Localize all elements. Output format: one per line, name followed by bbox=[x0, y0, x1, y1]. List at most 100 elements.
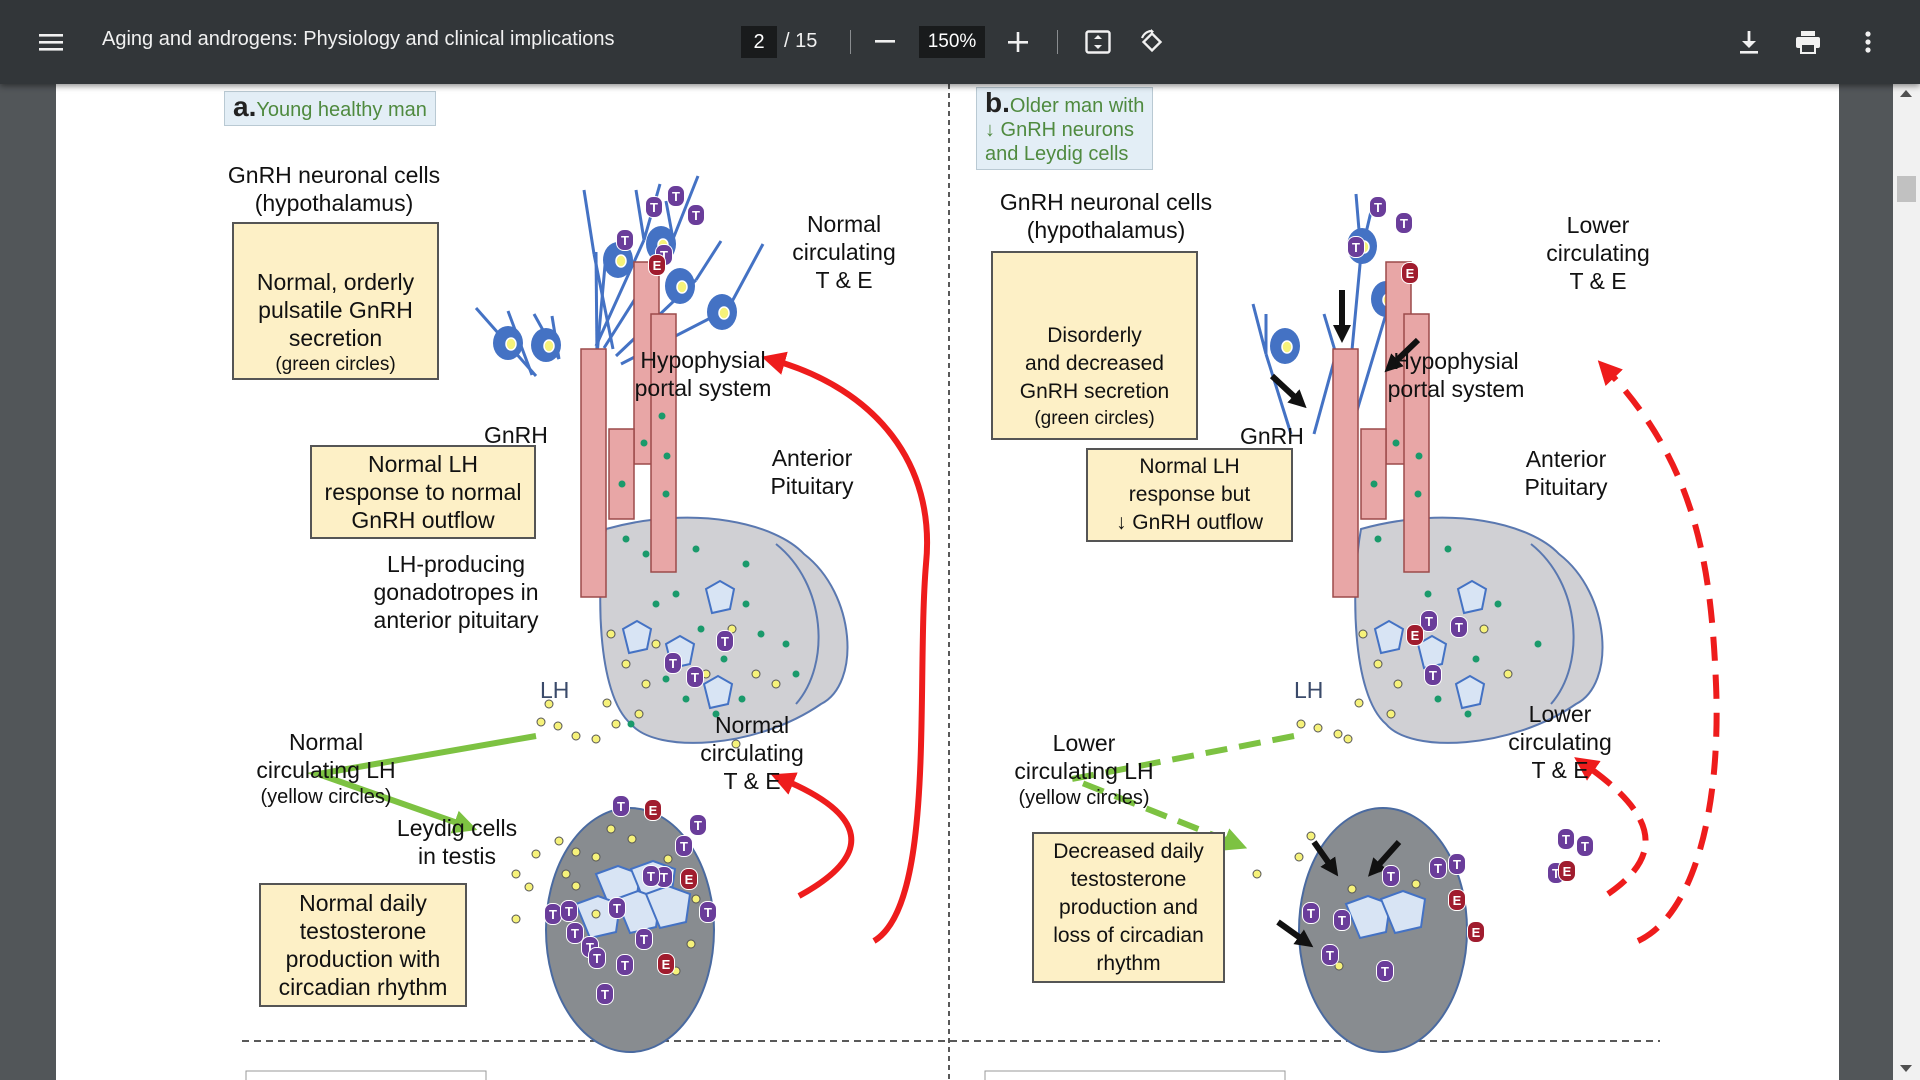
testosterone-marker: T bbox=[1424, 664, 1442, 686]
gnrh-label: GnRH bbox=[1240, 423, 1304, 449]
next-panel-heading bbox=[245, 1070, 487, 1080]
scrollbar-thumb[interactable] bbox=[1897, 176, 1916, 202]
label-line: (hypothalamus) bbox=[1026, 217, 1186, 243]
toolbar-divider bbox=[850, 30, 851, 54]
more-vert-icon[interactable] bbox=[1856, 26, 1880, 58]
testosterone-marker: T bbox=[645, 196, 663, 218]
testosterone-marker: T bbox=[596, 983, 614, 1005]
testosterone-marker: T bbox=[616, 954, 634, 976]
vertical-scrollbar[interactable] bbox=[1893, 84, 1920, 1080]
testosterone-marker: T bbox=[1450, 616, 1468, 638]
label-line: T & E bbox=[1531, 757, 1589, 783]
fit-page-icon[interactable] bbox=[1082, 26, 1114, 58]
label-line: (yellow circles) bbox=[260, 786, 392, 808]
label-line: circulating LH bbox=[1014, 758, 1154, 784]
testosterone-marker: T bbox=[1369, 196, 1387, 218]
lh-label: LH bbox=[540, 677, 570, 703]
testosterone-marker: T bbox=[675, 835, 693, 857]
anterior-pituitary-label: Anterior Pituitary bbox=[757, 444, 867, 500]
hamburger-menu-icon[interactable] bbox=[36, 26, 66, 58]
label-line: Pituitary bbox=[1524, 474, 1608, 500]
box-line: production and bbox=[1059, 895, 1198, 919]
testosterone-marker: T bbox=[699, 901, 717, 923]
estradiol-marker: E bbox=[1401, 262, 1419, 284]
portal-system-label: Hypophysial portal system bbox=[628, 346, 778, 402]
label-line: Lower bbox=[1566, 212, 1630, 238]
testosterone-marker: T bbox=[635, 928, 653, 950]
label-line: GnRH neuronal cells bbox=[999, 189, 1213, 215]
estradiol-marker: E bbox=[1448, 889, 1466, 911]
box-line: testosterone bbox=[1070, 867, 1187, 891]
box-line: Normal LH bbox=[368, 451, 478, 477]
testosterone-marker: T bbox=[664, 652, 682, 674]
panel-heading-text: ↓ GnRH neurons bbox=[985, 119, 1134, 141]
label-line: Pituitary bbox=[770, 473, 854, 499]
document-title: Aging and androgens: Physiology and clin… bbox=[102, 28, 615, 50]
circulating-te-bottom-label: Normal circulating T & E bbox=[692, 711, 812, 795]
estradiol-marker: E bbox=[1406, 624, 1424, 646]
box-line: GnRH secretion bbox=[1019, 379, 1170, 403]
circulating-te-top-label: Lower circulating T & E bbox=[1538, 211, 1658, 295]
panel-heading-text: Older man with bbox=[1009, 95, 1145, 117]
panel-a-heading: a.Young healthy man bbox=[224, 91, 436, 126]
label-line: circulating bbox=[1546, 240, 1650, 266]
lh-response-box: Normal LH response but ↓ GnRH outflow bbox=[1086, 448, 1293, 542]
box-line: pulsatile GnRH bbox=[258, 297, 413, 323]
testosterone-marker: T bbox=[1576, 835, 1594, 857]
label-line: (yellow circles) bbox=[1018, 787, 1150, 809]
estradiol-marker: E bbox=[1467, 921, 1485, 943]
pdf-toolbar: Aging and androgens: Physiology and clin… bbox=[0, 0, 1920, 84]
testosterone-marker: T bbox=[1333, 909, 1351, 931]
scroll-up-arrow-icon[interactable] bbox=[1899, 88, 1913, 98]
label-line: T & E bbox=[815, 267, 873, 293]
label-line: circulating LH bbox=[256, 757, 396, 783]
label-line: Lower bbox=[1052, 730, 1116, 756]
testosterone-marker: T bbox=[716, 630, 734, 652]
page-total: / 15 bbox=[784, 30, 818, 52]
panel-letter: a. bbox=[233, 91, 257, 122]
panel-heading-text: Young healthy man bbox=[256, 99, 427, 121]
scroll-down-arrow-icon[interactable] bbox=[1899, 1064, 1913, 1074]
lh-response-box: Normal LH response to normal GnRH outflo… bbox=[310, 445, 536, 539]
minus-icon[interactable] bbox=[872, 28, 898, 56]
secretion-box: Normal, orderly pulsatile GnRH secretion… bbox=[232, 222, 439, 380]
testosterone-box: Decreased daily testosterone production … bbox=[1032, 832, 1225, 983]
label-line: circulating bbox=[1508, 729, 1612, 755]
label-line: Leydig cells bbox=[396, 815, 518, 841]
rotate-icon[interactable] bbox=[1136, 26, 1168, 58]
page-number-input[interactable]: 2 bbox=[741, 26, 777, 58]
circulating-lh-label: Lower circulating LH (yellow circles) bbox=[1004, 729, 1164, 811]
box-line: loss of circadian bbox=[1053, 923, 1204, 947]
label-line: portal system bbox=[634, 375, 772, 401]
box-line: ↓ GnRH outflow bbox=[1115, 511, 1264, 534]
label-line: in testis bbox=[418, 843, 496, 869]
testosterone-marker: T bbox=[616, 229, 634, 251]
testosterone-marker: T bbox=[1376, 960, 1394, 982]
label-line: Hypophysial bbox=[640, 347, 766, 373]
testosterone-marker: T bbox=[1429, 857, 1447, 879]
estradiol-marker: E bbox=[680, 868, 698, 890]
label-line: portal system bbox=[1387, 376, 1525, 402]
estradiol-marker: E bbox=[1558, 860, 1576, 882]
box-line: circadian rhythm bbox=[278, 974, 448, 1000]
zoom-level-input[interactable]: 150% bbox=[919, 26, 985, 58]
gnrh-cells-label: GnRH neuronal cells (hypothalamus) bbox=[224, 161, 444, 217]
box-line: secretion bbox=[288, 325, 383, 351]
gnrh-cells-label: GnRH neuronal cells (hypothalamus) bbox=[986, 188, 1226, 244]
testosterone-marker: T bbox=[1347, 236, 1365, 258]
secretion-box: Disorderly and decreased GnRH secretion … bbox=[991, 251, 1198, 440]
label-line: gonadotropes in bbox=[373, 579, 539, 605]
print-icon[interactable] bbox=[1792, 26, 1824, 58]
label-line: Normal bbox=[806, 211, 882, 237]
anterior-pituitary-label: Anterior Pituitary bbox=[1511, 445, 1621, 501]
testosterone-marker: T bbox=[1557, 828, 1575, 850]
label-line: T & E bbox=[1569, 268, 1627, 294]
toolbar-divider bbox=[1057, 30, 1058, 54]
download-icon[interactable] bbox=[1734, 26, 1764, 58]
testosterone-marker: T bbox=[612, 795, 630, 817]
plus-icon[interactable] bbox=[1005, 28, 1031, 56]
label-line: anterior pituitary bbox=[373, 607, 539, 633]
label-line: GnRH neuronal cells bbox=[227, 162, 441, 188]
testosterone-marker: T bbox=[689, 814, 707, 836]
panel-heading-text: and Leydig cells bbox=[985, 143, 1129, 165]
